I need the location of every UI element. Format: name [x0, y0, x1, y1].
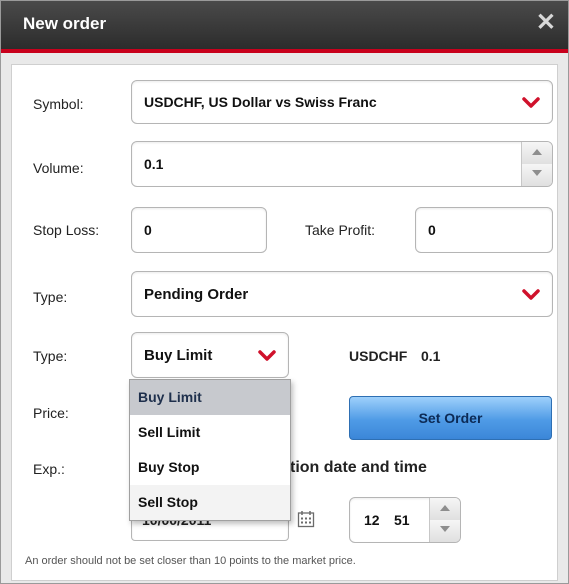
- time-increment-button[interactable]: [430, 498, 460, 521]
- arrow-up-icon: [532, 149, 542, 155]
- dropdown-option-buy-limit[interactable]: Buy Limit: [130, 380, 290, 415]
- expiration-time-stepper[interactable]: 12 51: [349, 497, 461, 543]
- stop-loss-label: Stop Loss:: [33, 222, 100, 238]
- volume-value: 0.1: [144, 156, 164, 172]
- exp-label: Exp.:: [33, 461, 65, 477]
- expiration-checkbox-label: tion date and time: [290, 459, 427, 476]
- chevron-down-icon: [258, 350, 276, 361]
- symbol-select[interactable]: USDCHF, US Dollar vs Swiss Franc: [131, 80, 553, 124]
- order-type-value: Pending Order: [144, 286, 249, 303]
- order-type-label: Type:: [33, 289, 68, 305]
- chevron-down-icon: [522, 97, 540, 108]
- dropdown-option-sell-stop[interactable]: Sell Stop: [130, 485, 290, 520]
- take-profit-value: 0: [428, 222, 436, 238]
- order-type-select[interactable]: Pending Order: [131, 271, 553, 317]
- arrow-down-icon: [440, 526, 450, 532]
- pending-type-dropdown: Buy Limit Sell Limit Buy Stop Sell Stop: [129, 379, 291, 521]
- volume-increment-button[interactable]: [522, 142, 552, 165]
- volume-spinner: [521, 142, 552, 186]
- take-profit-field[interactable]: 0: [415, 207, 553, 253]
- dropdown-option-buy-stop[interactable]: Buy Stop: [130, 450, 290, 485]
- time-spinner: [429, 498, 460, 542]
- new-order-dialog: New order ✕ Symbol: USDCHF, US Dollar vs…: [0, 0, 569, 584]
- symbol-value: USDCHF, US Dollar vs Swiss Franc: [144, 94, 377, 110]
- pending-type-value: Buy Limit: [144, 347, 213, 364]
- pending-type-select[interactable]: Buy Limit: [131, 332, 289, 378]
- summary-volume: 0.1: [421, 348, 441, 364]
- price-label: Price:: [33, 405, 69, 421]
- expiration-hour: 12: [364, 512, 380, 528]
- dialog-title: New order: [23, 14, 107, 33]
- pending-type-label: Type:: [33, 348, 68, 364]
- volume-label: Volume:: [33, 160, 84, 176]
- stop-loss-value: 0: [144, 222, 152, 238]
- expiration-minute: 51: [394, 512, 410, 528]
- price-distance-note: An order should not be set closer than 1…: [25, 555, 356, 567]
- volume-decrement-button[interactable]: [522, 164, 552, 186]
- symbol-label: Symbol:: [33, 96, 84, 112]
- close-icon[interactable]: ✕: [536, 10, 556, 36]
- arrow-up-icon: [440, 505, 450, 511]
- title-bar: New order ✕: [1, 1, 568, 53]
- calendar-icon[interactable]: [297, 510, 315, 528]
- stop-loss-field[interactable]: 0: [131, 207, 267, 253]
- chevron-down-icon: [522, 289, 540, 300]
- take-profit-label: Take Profit:: [305, 222, 376, 238]
- dropdown-option-sell-limit[interactable]: Sell Limit: [130, 415, 290, 450]
- time-decrement-button[interactable]: [430, 520, 460, 542]
- set-order-button[interactable]: Set Order: [349, 396, 552, 440]
- arrow-down-icon: [532, 170, 542, 176]
- volume-stepper[interactable]: 0.1: [131, 141, 553, 187]
- summary-symbol: USDCHF: [349, 348, 408, 364]
